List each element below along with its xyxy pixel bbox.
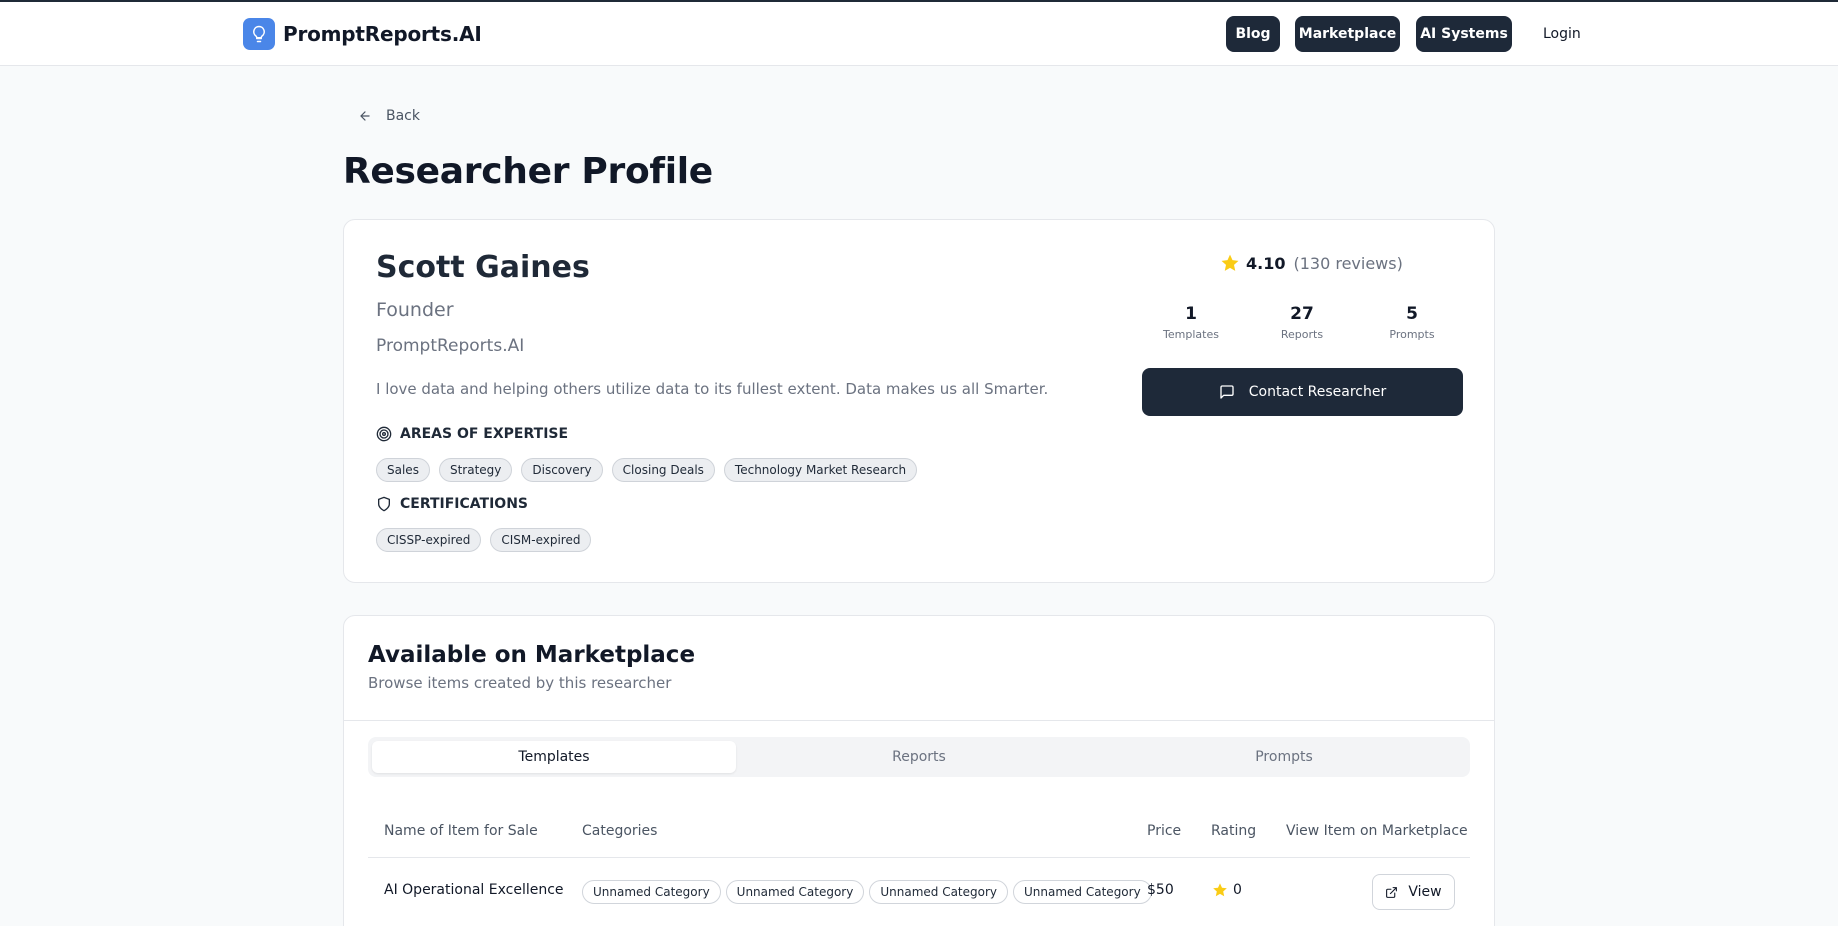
- marketplace-tabs: Templates Reports Prompts: [368, 737, 1470, 777]
- column-header-view: View Item on Marketplace: [1286, 823, 1468, 839]
- tab-reports[interactable]: Reports: [737, 741, 1101, 773]
- tab-prompts[interactable]: Prompts: [1102, 741, 1466, 773]
- certification-tag: CISM-expired: [490, 528, 592, 552]
- contact-researcher-button[interactable]: Contact Researcher: [1142, 368, 1463, 416]
- researcher-name: Scott Gaines: [376, 250, 590, 285]
- star-icon: [1213, 883, 1227, 897]
- certifications-heading: CERTIFICATIONS: [376, 496, 528, 512]
- star-icon: [1221, 254, 1239, 271]
- brand-logo[interactable]: PromptReports.AI: [243, 18, 482, 50]
- target-icon: [376, 426, 392, 442]
- column-header-name: Name of Item for Sale: [384, 823, 538, 839]
- divider: [344, 720, 1494, 721]
- item-price: $50: [1147, 882, 1174, 898]
- review-count: (130 reviews): [1293, 253, 1403, 273]
- researcher-role: Founder: [376, 299, 454, 321]
- stat-label: Reports: [1280, 328, 1324, 341]
- nav-login-link[interactable]: Login: [1543, 16, 1581, 52]
- expertise-heading: AREAS OF EXPERTISE: [376, 426, 568, 442]
- stat-prompts: 5 Prompts: [1362, 304, 1462, 341]
- view-item-label: View: [1408, 884, 1442, 900]
- expertise-heading-label: AREAS OF EXPERTISE: [400, 426, 569, 442]
- arrow-left-icon: [360, 111, 370, 121]
- nav-marketplace-button[interactable]: Marketplace: [1295, 16, 1400, 52]
- stat-reports: 27 Reports: [1252, 304, 1352, 341]
- researcher-rating: 4.10 (130 reviews): [1220, 253, 1403, 273]
- marketplace-title: Available on Marketplace: [368, 642, 696, 668]
- table-header-divider: [368, 857, 1470, 858]
- stat-value: 27: [1290, 304, 1314, 324]
- researcher-bio: I love data and helping others utilize d…: [376, 380, 1049, 398]
- expertise-tag: Closing Deals: [611, 458, 715, 482]
- stat-label: Prompts: [1389, 328, 1435, 341]
- back-label: Back: [386, 108, 420, 124]
- stat-label: Templates: [1163, 328, 1219, 341]
- certification-tag: CISSP-expired: [376, 528, 482, 552]
- brand-name: PromptReports.AI: [283, 22, 482, 46]
- item-rating-value: 0: [1233, 882, 1242, 898]
- rating-value: 4.10: [1246, 253, 1286, 273]
- nav-blog-button[interactable]: Blog: [1226, 16, 1280, 52]
- column-header-rating: Rating: [1211, 823, 1257, 839]
- category-badge: Unnamed Category: [1013, 880, 1152, 904]
- stat-value: 1: [1185, 304, 1197, 324]
- message-icon: [1220, 385, 1234, 399]
- view-item-button[interactable]: View: [1372, 874, 1455, 910]
- category-badge: Unnamed Category: [869, 880, 1009, 904]
- category-badge: Unnamed Category: [725, 880, 865, 904]
- category-badge: Unnamed Category: [582, 880, 721, 904]
- expertise-tags: Sales Strategy Discovery Closing Deals T…: [376, 458, 918, 482]
- item-rating: 0: [1212, 882, 1242, 898]
- stat-templates: 1 Templates: [1141, 304, 1241, 341]
- external-link-icon: [1386, 886, 1398, 898]
- column-header-price: Price: [1147, 823, 1182, 839]
- certification-tags: CISSP-expired CISM-expired: [376, 528, 592, 552]
- tab-templates[interactable]: Templates: [372, 741, 736, 773]
- lightbulb-icon: [243, 18, 275, 50]
- certifications-heading-label: CERTIFICATIONS: [400, 496, 529, 512]
- nav-ai-systems-button[interactable]: AI Systems: [1416, 16, 1512, 52]
- expertise-tag: Technology Market Research: [723, 458, 918, 482]
- top-navbar: PromptReports.AI Blog Marketplace AI Sys…: [0, 2, 1838, 66]
- expertise-tag: Discovery: [521, 458, 603, 482]
- column-header-categories: Categories: [582, 823, 658, 839]
- page-title: Researcher Profile: [343, 151, 713, 192]
- contact-researcher-label: Contact Researcher: [1248, 384, 1387, 400]
- marketplace-subtitle: Browse items created by this researcher: [368, 674, 672, 692]
- back-link[interactable]: Back: [358, 108, 420, 124]
- expertise-tag: Strategy: [438, 458, 513, 482]
- item-name: AI Operational Excellence: [384, 882, 564, 898]
- researcher-company: PromptReports.AI: [376, 336, 525, 356]
- expertise-tag: Sales: [376, 458, 430, 482]
- stat-value: 5: [1406, 304, 1418, 324]
- shield-icon: [378, 496, 390, 512]
- marketplace-card: Available on Marketplace Browse items cr…: [343, 615, 1495, 926]
- profile-card: Scott Gaines Founder PromptReports.AI I …: [343, 219, 1495, 583]
- item-categories: Unnamed Category Unnamed Category Unname…: [582, 880, 1152, 904]
